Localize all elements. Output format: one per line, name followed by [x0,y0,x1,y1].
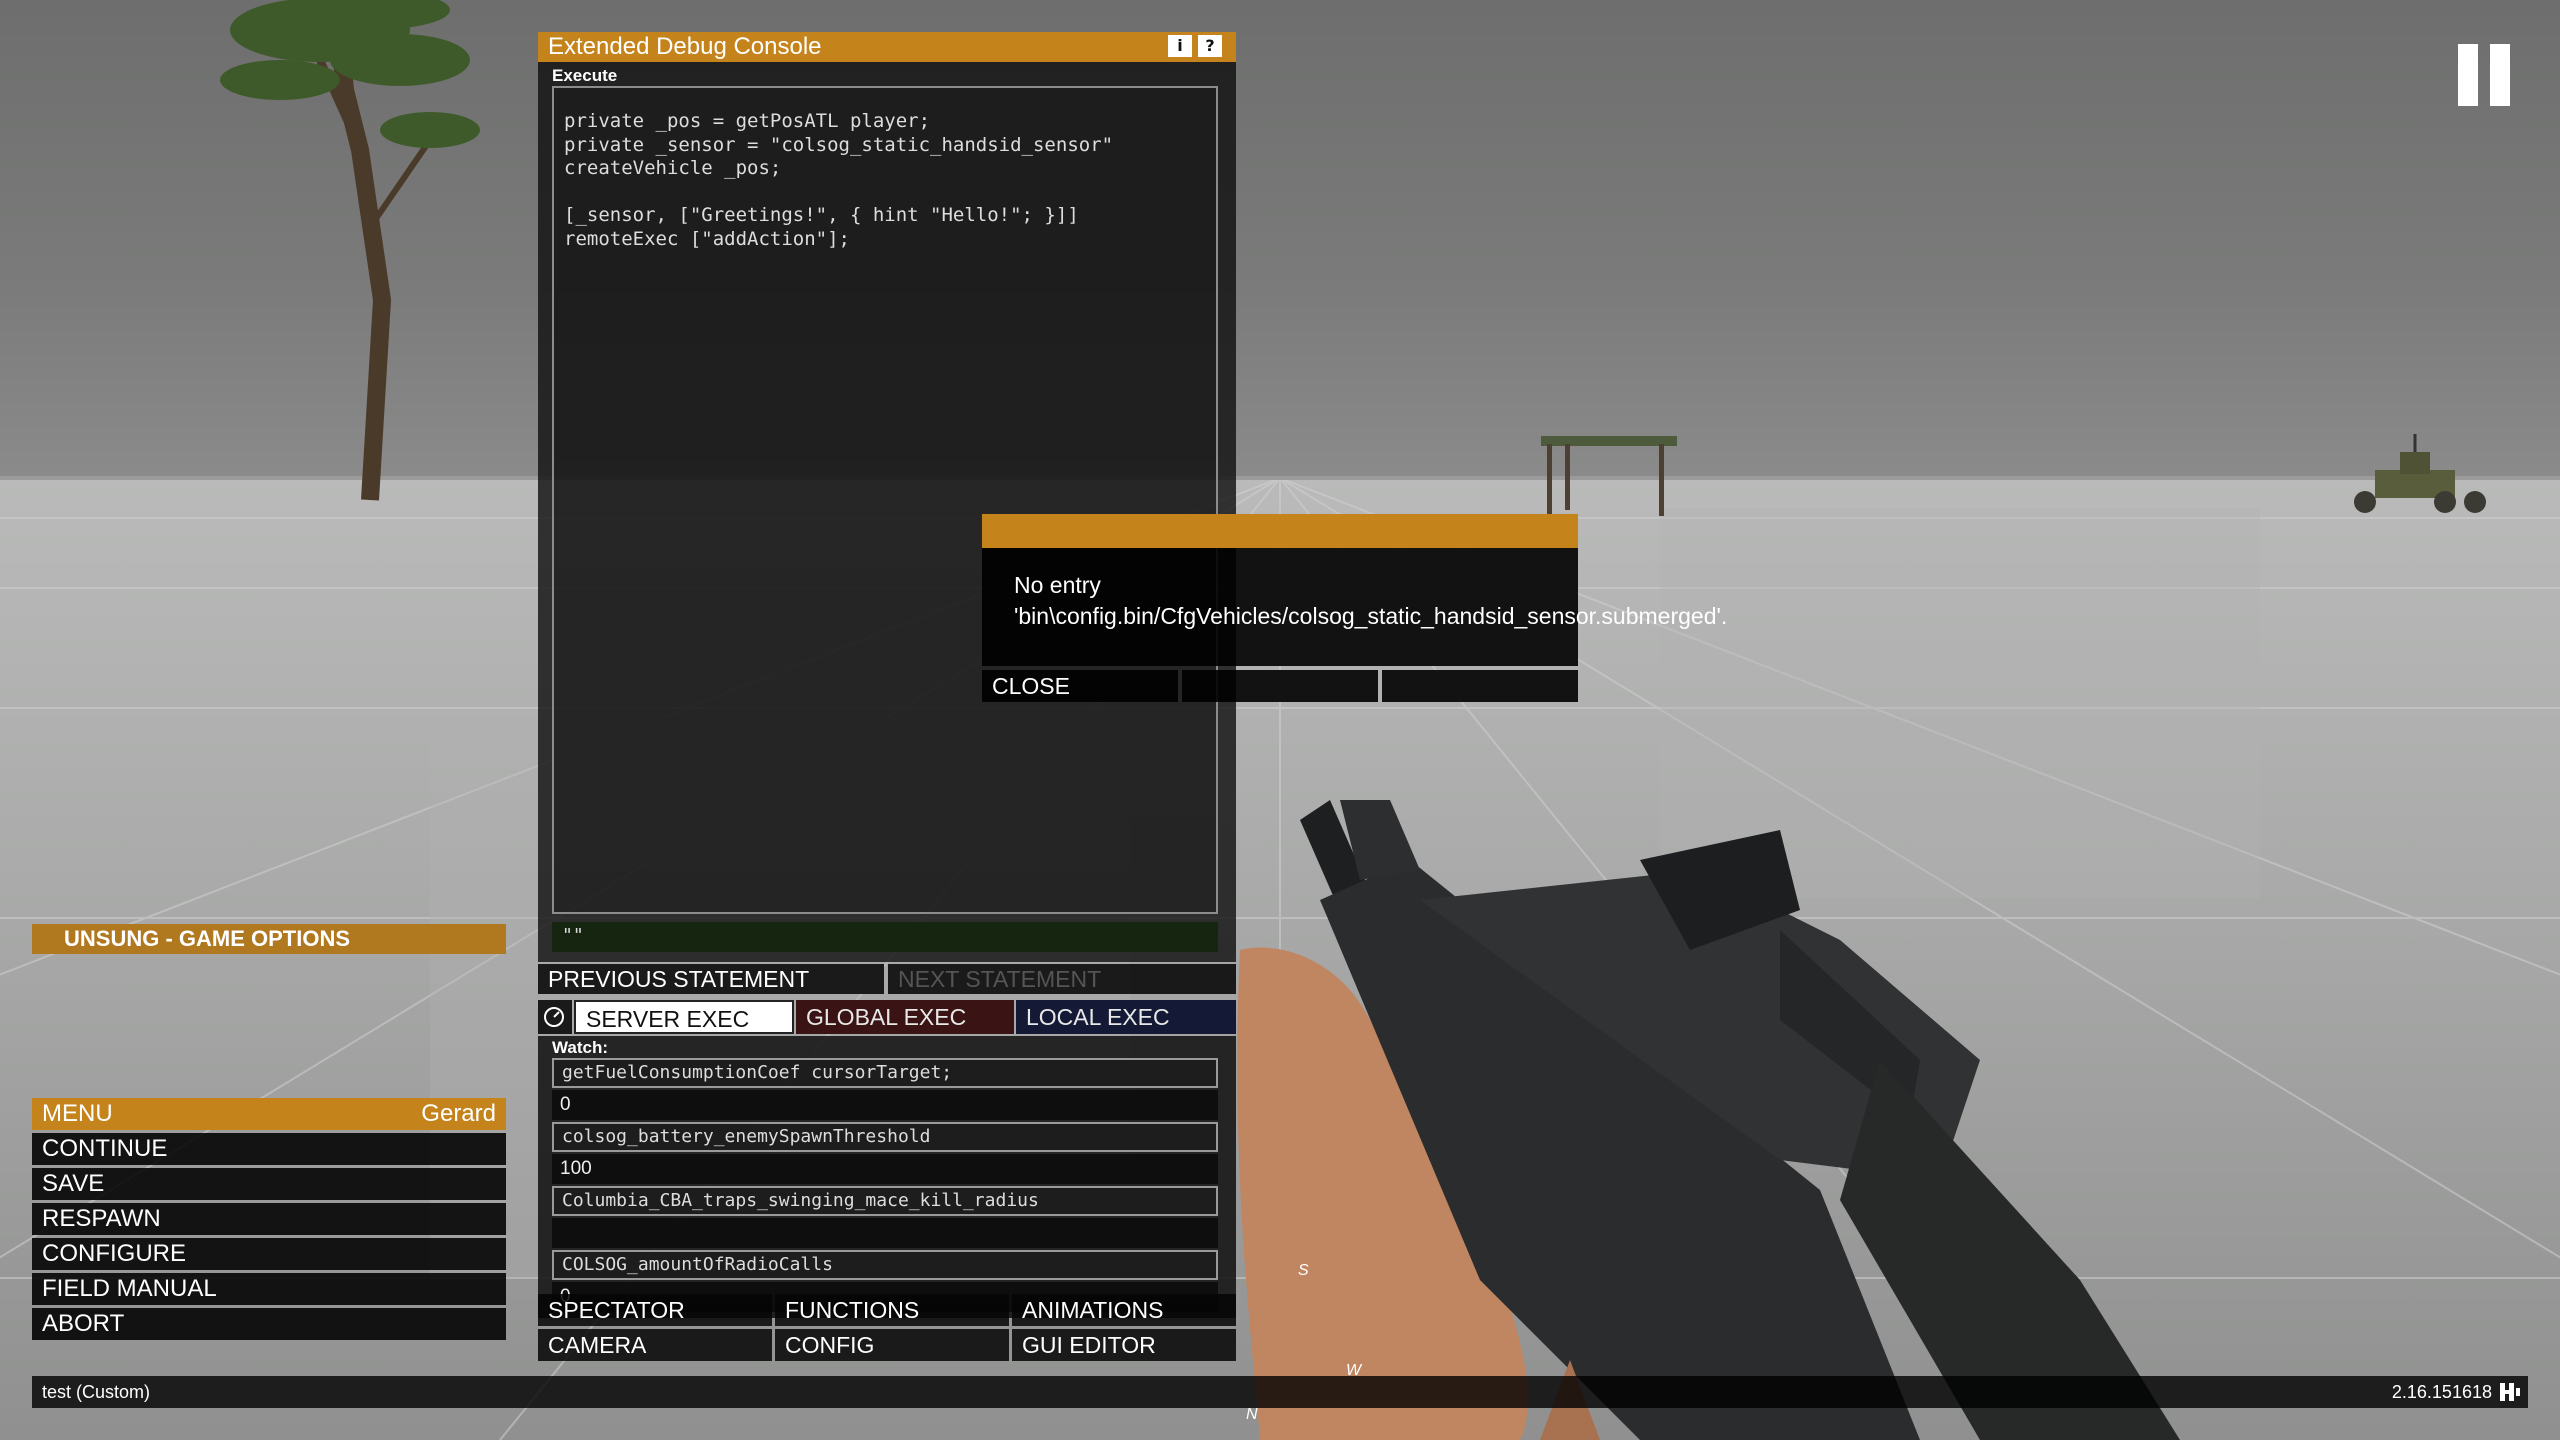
status-bar: test (Custom) 2.16.151618 [32,1376,2528,1408]
watch-expression-1[interactable]: getFuelConsumptionCoef cursorTarget; [552,1058,1218,1088]
spectator-button[interactable]: SPECTATOR [538,1294,772,1326]
game-options-button[interactable]: UNSUNG - GAME OPTIONS [32,924,506,954]
dialog-header [982,514,1578,548]
functions-button[interactable]: FUNCTIONS [775,1294,1009,1326]
menu-header: MENU Gerard [32,1098,506,1130]
animations-button[interactable]: ANIMATIONS [1012,1294,1236,1326]
watch-value-2: 100 [552,1154,1218,1184]
player-rifle [1237,800,2180,1440]
gui-editor-button[interactable]: GUI EDITOR [1012,1329,1236,1361]
respawn-button[interactable]: RESPAWN [32,1203,506,1235]
distant-vehicle [2354,434,2486,513]
dialog-body: No entry 'bin\config.bin/CfgVehicles/col… [982,548,1728,666]
watch-expression-2[interactable]: colsog_battery_enemySpawnThreshold [552,1122,1218,1152]
config-button[interactable]: CONFIG [775,1329,1009,1361]
previous-statement-button[interactable]: PREVIOUS STATEMENT [538,964,884,994]
console-title: Extended Debug Console [548,33,822,60]
mission-name: test (Custom) [42,1382,151,1402]
next-statement-button[interactable]: NEXT STATEMENT [888,964,1236,994]
game-version: 2.16.151618 [2391,1382,2492,1402]
error-message: No entry 'bin\config.bin/CfgVehicles/col… [1014,572,1728,629]
watch-expression-4[interactable]: COLSOG_amountOfRadioCalls [552,1250,1218,1280]
watch-expression-3[interactable]: Columbia_CBA_traps_swinging_mace_kill_ra… [552,1186,1218,1216]
local-exec-button[interactable]: LOCAL EXEC [1016,1000,1236,1034]
compass-n-label: N [1246,1406,1258,1423]
compass-s-label: S [1298,1262,1309,1279]
continue-button[interactable]: CONTINUE [32,1133,506,1165]
shelter-structure [1541,436,1677,516]
arma-logo-icon [2500,1383,2520,1401]
dialog-empty-button-2 [1182,670,1378,702]
abort-button[interactable]: ABORT [32,1308,506,1340]
camera-button[interactable]: CAMERA [538,1329,772,1361]
configure-button[interactable]: CONFIGURE [32,1238,506,1270]
console-title-bar[interactable]: Extended Debug Console i ? [538,32,1236,62]
dialog-close-button[interactable]: CLOSE [982,670,1178,702]
watch-value-3 [552,1218,1218,1248]
watch-label: Watch: [552,1038,609,1057]
execute-result: "" [552,922,1218,952]
save-button[interactable]: SAVE [32,1168,506,1200]
info-icon[interactable]: i [1168,35,1192,57]
execute-label: Execute [552,66,618,85]
watch-value-1: 0 [552,1090,1218,1120]
server-exec-button[interactable]: SERVER EXEC [574,1000,794,1034]
error-dialog: No entry 'bin\config.bin/CfgVehicles/col… [982,514,1728,702]
player-name: Gerard [421,1100,496,1127]
code-editor[interactable]: private _pos = getPosATL player; private… [552,86,1218,914]
tree [220,0,480,501]
performance-gauge-icon[interactable] [538,1000,572,1034]
global-exec-button[interactable]: GLOBAL EXEC [796,1000,1014,1034]
field-manual-button[interactable]: FIELD MANUAL [32,1273,506,1305]
dialog-empty-button-3 [1382,670,1578,702]
help-icon[interactable]: ? [1198,35,1222,57]
watch-panel: Watch: getFuelConsumptionCoef cursorTarg… [538,1036,1236,1318]
code-text[interactable]: private _pos = getPosATL player; private… [564,110,1113,251]
menu-title: MENU [42,1100,113,1127]
